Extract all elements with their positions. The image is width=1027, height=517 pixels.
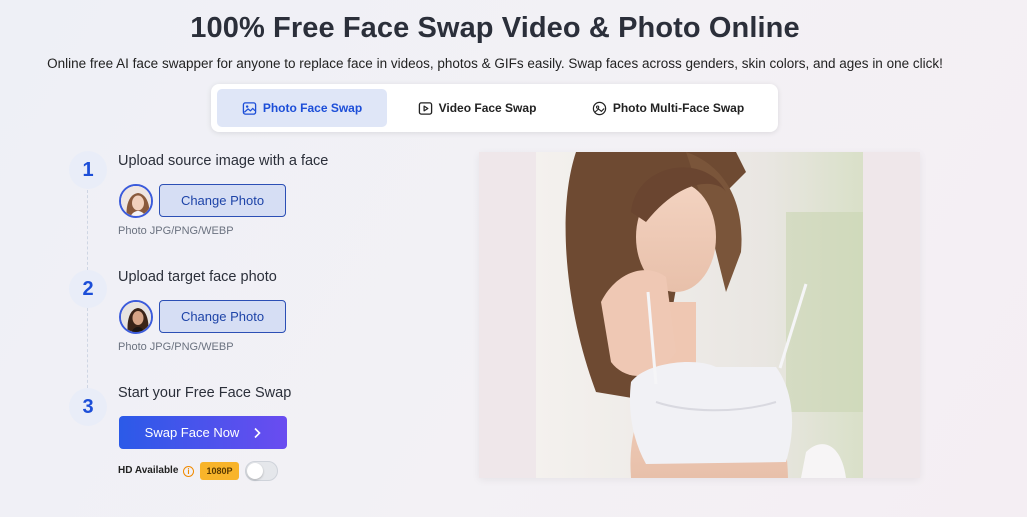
tab-photo-multi-face-swap[interactable]: Photo Multi-Face Swap <box>583 89 753 127</box>
source-face-image <box>121 186 151 216</box>
step-title-1: Upload source image with a face <box>118 153 329 169</box>
chevron-right-icon <box>254 427 261 438</box>
info-icon[interactable]: i <box>183 466 194 477</box>
target-face-image <box>121 302 151 332</box>
tab-label: Video Face Swap <box>438 101 537 115</box>
source-image-thumbnail[interactable] <box>119 184 153 218</box>
target-face-thumbnail[interactable] <box>119 300 153 334</box>
step-connector <box>87 308 88 388</box>
step-number-3: 3 <box>69 388 107 426</box>
step-number-1: 1 <box>69 151 107 189</box>
multi-face-icon <box>592 101 607 115</box>
source-file-types: Photo JPG/PNG/WEBP <box>118 225 234 237</box>
step-title-2: Upload target face photo <box>118 269 277 285</box>
change-source-photo-button[interactable]: Change Photo <box>159 184 286 217</box>
step-connector <box>87 190 88 270</box>
tab-video-face-swap[interactable]: Video Face Swap <box>407 89 547 127</box>
step-number-2: 2 <box>69 270 107 308</box>
page-title: 100% Free Face Swap Video & Photo Online <box>190 12 800 44</box>
tab-photo-face-swap[interactable]: Photo Face Swap <box>217 89 387 127</box>
mode-tabs: Photo Face Swap Video Face Swap Photo Mu… <box>211 84 778 132</box>
video-icon <box>418 101 432 115</box>
tab-label: Photo Face Swap <box>262 101 363 115</box>
hd-toggle[interactable] <box>245 461 278 481</box>
result-preview <box>479 152 920 478</box>
toggle-knob <box>247 463 263 479</box>
change-target-photo-button[interactable]: Change Photo <box>159 300 286 333</box>
hd-available-label: HD Available <box>118 465 179 476</box>
image-icon <box>242 101 257 115</box>
page-subtitle: Online free AI face swapper for anyone t… <box>47 56 943 71</box>
swap-button-label: Swap Face Now <box>144 425 240 440</box>
tab-label: Photo Multi-Face Swap <box>612 101 745 115</box>
swap-face-now-button[interactable]: Swap Face Now <box>119 416 287 449</box>
resolution-badge: 1080P <box>200 462 239 480</box>
preview-image <box>536 152 863 478</box>
step-title-3: Start your Free Face Swap <box>118 385 292 401</box>
target-file-types: Photo JPG/PNG/WEBP <box>118 341 234 353</box>
